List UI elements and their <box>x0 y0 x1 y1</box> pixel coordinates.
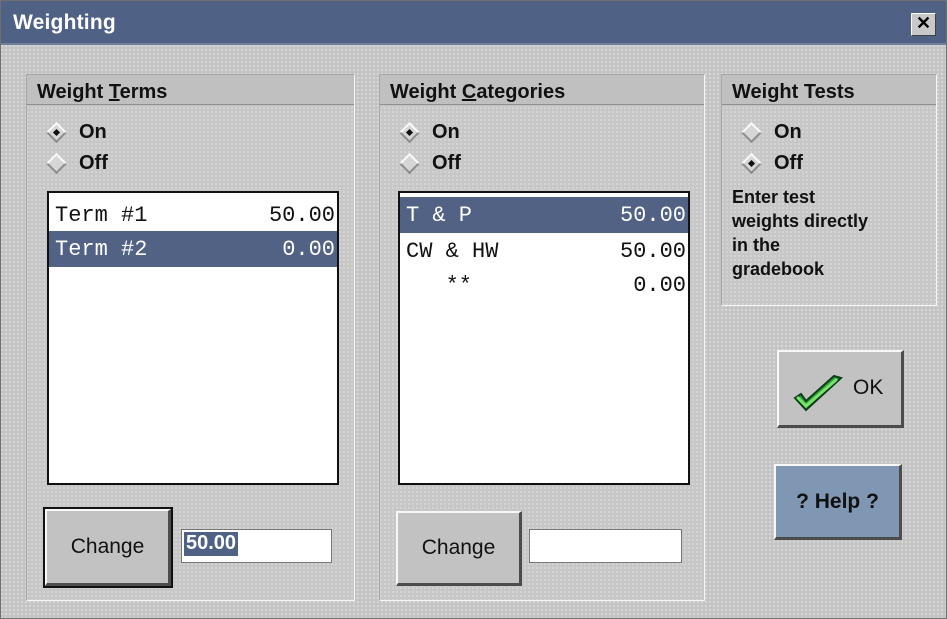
radio-selected-icon <box>740 152 763 175</box>
change-button[interactable]: Change <box>43 507 173 588</box>
term-weight-input[interactable]: 50.00 <box>181 529 332 563</box>
radio-unselected-icon <box>398 152 421 175</box>
weight-categories-panel: Weight Categories On Off T & P 50.00 CW … <box>379 74 705 601</box>
radio-selected-icon <box>45 121 68 144</box>
weight-terms-title: Weight Terms <box>27 75 354 105</box>
tests-note: Enter test weights directly in the grade… <box>732 187 869 279</box>
category-weight-input[interactable] <box>529 529 682 563</box>
list-item[interactable]: Term #2 0.00 <box>49 231 337 267</box>
list-item[interactable]: Term #1 50.00 <box>49 197 337 233</box>
categories-listbox[interactable]: T & P 50.00 CW & HW 50.00 ** 0.00 <box>398 191 690 485</box>
radio-selected-icon <box>398 121 421 144</box>
categories-radio-off[interactable]: Off <box>398 152 562 178</box>
help-button[interactable]: ? Help ? <box>774 464 902 540</box>
list-item[interactable]: T & P 50.00 <box>400 197 688 233</box>
window-title: Weighting <box>13 11 116 34</box>
radio-unselected-icon <box>45 152 68 175</box>
checkmark-icon <box>793 374 843 412</box>
weight-categories-title: Weight Categories <box>380 75 704 105</box>
terms-listbox[interactable]: Term #1 50.00 Term #2 0.00 <box>47 191 339 485</box>
tests-radio-off[interactable]: Off <box>740 152 904 178</box>
radio-unselected-icon <box>740 121 763 144</box>
close-icon[interactable]: ✕ <box>911 13 936 36</box>
change-button[interactable]: Change <box>396 511 522 586</box>
terms-radio-off[interactable]: Off <box>45 152 209 178</box>
list-item[interactable]: ** 0.00 <box>400 267 688 303</box>
ok-button[interactable]: OK <box>777 350 904 428</box>
list-item[interactable]: CW & HW 50.00 <box>400 233 688 269</box>
tests-radio-on[interactable]: On <box>740 121 904 147</box>
categories-radio-on[interactable]: On <box>398 121 562 147</box>
weight-tests-title: Weight Tests <box>722 75 936 105</box>
weight-terms-panel: Weight Terms On Off Term #1 50.00 Term #… <box>26 74 355 601</box>
weight-tests-panel: Weight Tests On Off Enter test weights d… <box>721 74 937 306</box>
weighting-dialog: Weighting ✕ Weight Terms On Off Term #1 … <box>0 0 947 619</box>
titlebar[interactable]: Weighting ✕ <box>1 1 946 45</box>
terms-radio-on[interactable]: On <box>45 121 209 147</box>
